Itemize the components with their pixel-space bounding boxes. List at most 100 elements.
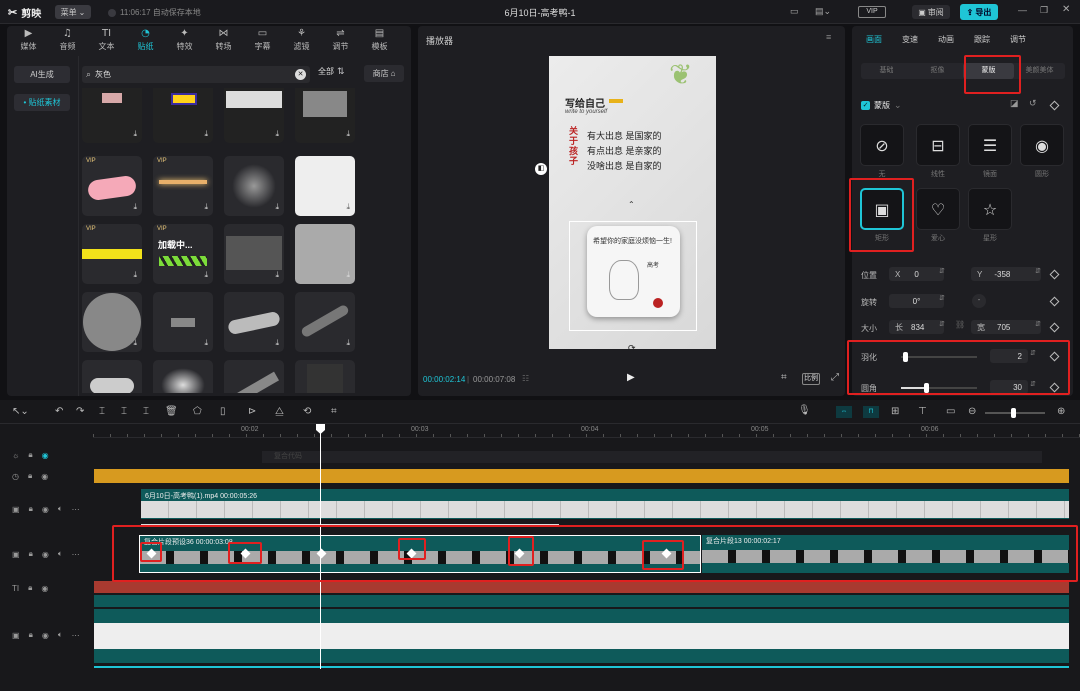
pin-icon[interactable]: ◧ — [535, 163, 547, 175]
inspector-tab-1[interactable]: 变速 — [892, 26, 928, 54]
waveform-icon[interactable]: ☷ — [522, 374, 529, 383]
rotate-handle-icon[interactable]: ⟳ — [628, 343, 636, 349]
close-icon[interactable]: ✕ — [1062, 4, 1070, 15]
lock-icon[interactable]: 🔒︎ — [28, 583, 32, 593]
timeline-ruler[interactable]: 00:02 00:03 00:04 00:05 00:06 — [93, 424, 1080, 438]
clock-icon[interactable]: ◷ — [12, 472, 19, 481]
maximize-icon[interactable]: ❐ — [1040, 5, 1048, 16]
mirror-icon[interactable]: ⧋ — [275, 406, 284, 417]
compound-placeholder-track[interactable]: 复合代码 — [262, 451, 1042, 463]
feather-slider-handle[interactable] — [902, 352, 908, 362]
fullscreen-preview-icon[interactable]: ⌗ — [781, 372, 787, 383]
position-keyframe-icon[interactable] — [1049, 269, 1060, 280]
radius-slider-handle[interactable] — [923, 383, 929, 393]
keyframe-icon[interactable] — [1049, 100, 1060, 111]
sticker-tile[interactable]: ⤓ — [295, 224, 355, 284]
volume-icon[interactable]: 🔈︎ — [58, 630, 63, 640]
selection-frame[interactable] — [569, 221, 697, 331]
x-field[interactable]: X0 — [889, 267, 944, 281]
inspector-tab-4[interactable]: 调节 — [1000, 26, 1036, 54]
eye-icon[interactable]: ◉ — [42, 505, 49, 514]
media-tab-effects[interactable]: ✦ 特效 — [165, 26, 204, 54]
radius-slider[interactable] — [901, 383, 977, 393]
undo-icon[interactable]: ↶ — [55, 406, 63, 417]
playhead[interactable] — [320, 426, 321, 669]
inspector-subtab-3[interactable]: 美颜美体 — [1014, 63, 1065, 79]
media-tab-adjust[interactable]: ⇌ 调节 — [321, 26, 360, 54]
compound-clip-2[interactable]: 复合片段13 00:00:02:17 — [702, 535, 1069, 573]
mask-option-heart-mask[interactable]: ♡ — [916, 188, 960, 230]
freeze-icon[interactable]: ▯ — [220, 406, 226, 417]
invert-mask-icon[interactable]: ◪ — [1010, 98, 1019, 109]
rotate-icon[interactable]: ⟲ — [303, 406, 311, 417]
sun-icon[interactable]: ☼ — [12, 451, 19, 460]
video-preview[interactable]: ❦ 写给自己 write to yourself 关于孩子 有大出息 是国家的 … — [549, 56, 716, 349]
media-tab-template[interactable]: ▤ 模板 — [360, 26, 399, 54]
sticker-tile[interactable]: ⤓ — [224, 360, 284, 393]
feather-field[interactable]: 2 — [990, 349, 1028, 363]
checkbox-icon[interactable]: ✓ — [861, 101, 870, 110]
sticker-tile[interactable]: ⤓ — [82, 360, 142, 393]
zoom-slider[interactable] — [985, 408, 1045, 418]
video-track-icon[interactable]: ▣ — [12, 550, 20, 559]
zoom-out-icon[interactable]: ⊖ — [968, 406, 976, 417]
zoom-slider-handle[interactable] — [1011, 408, 1016, 418]
sticker-tile[interactable]: ⤓ — [153, 88, 213, 143]
vip-badge[interactable]: VIP — [858, 6, 886, 18]
mask-toggle[interactable]: ✓ 蒙版 ⌄ — [861, 100, 902, 111]
height-field[interactable]: 宽 705 — [971, 320, 1041, 334]
media-tab-filter[interactable]: ⚘ 滤镜 — [282, 26, 321, 54]
sticker-tile[interactable]: VIP ⤓ — [153, 156, 213, 216]
sticker-tile[interactable] — [295, 360, 355, 393]
width-field[interactable]: 长 834 — [889, 320, 944, 334]
size-keyframe-icon[interactable] — [1049, 322, 1060, 333]
lock-icon[interactable]: 🔒︎ — [28, 450, 32, 460]
sticker-tile[interactable]: ⤓ — [153, 360, 213, 393]
preview-axis-icon[interactable]: ⊞ — [891, 406, 899, 417]
sticker-tile[interactable]: ⤓ — [295, 88, 355, 143]
magnet-icon[interactable]: ⊓ — [863, 406, 879, 418]
volume-icon[interactable]: 🔈︎ — [58, 549, 63, 559]
inspector-tab-3[interactable]: 跟踪 — [964, 26, 1000, 54]
rotate-dial-icon[interactable]: - — [972, 294, 986, 308]
more-icon[interactable]: ⋯ — [72, 550, 80, 559]
mask-option-circle-mask[interactable]: ◉ — [1020, 124, 1064, 166]
reset-icon[interactable]: ↺ — [1029, 98, 1037, 109]
more-icon[interactable]: ⋯ — [72, 505, 80, 514]
media-tab-sticker[interactable]: ◔ 贴纸 — [126, 26, 165, 54]
search-input[interactable]: 灰色 — [95, 69, 111, 80]
width-stepper-icon[interactable]: ⇵ — [939, 320, 945, 328]
reverse-icon[interactable]: ⊳ — [248, 406, 256, 417]
play-icon[interactable]: ▶ — [627, 372, 635, 383]
menu-button[interactable]: 菜单 ⌄ — [55, 5, 91, 19]
lock-icon[interactable]: 🔒︎ — [29, 504, 33, 514]
sticker-tile[interactable]: ⤓ — [295, 292, 355, 352]
main-video-clip[interactable]: 6月10日-高考鸭(1).mp4 00:00:05:26 — [141, 489, 1069, 519]
effect-clip[interactable] — [94, 595, 1069, 607]
feather-slider[interactable] — [901, 352, 977, 362]
y-stepper-icon[interactable]: ⇵ — [1035, 267, 1041, 275]
media-tab-transition[interactable]: ⋈ 转场 — [204, 26, 243, 54]
sticker-tile[interactable]: ⤓ — [224, 88, 284, 143]
sticker-tile[interactable]: ⤓ — [153, 292, 213, 352]
sticker-tile[interactable]: ⤓ — [82, 292, 142, 352]
sticker-tile[interactable]: VIP ⤓ — [82, 224, 142, 284]
sticker-tile[interactable]: ⤓ — [224, 224, 284, 284]
media-tab-subtitle[interactable]: ▭ 字幕 — [243, 26, 282, 54]
sticker-material-tab[interactable]: • 贴纸素材 — [14, 94, 70, 111]
sticker-search[interactable]: ⌕ 灰色 ✕ — [82, 66, 310, 83]
y-field[interactable]: Y -358 — [971, 267, 1041, 281]
sticker-tile[interactable]: ⤓ — [224, 156, 284, 216]
mask-option-rectangle-mask[interactable]: ▣ — [860, 188, 904, 230]
link-clips-icon[interactable]: ⇔ — [836, 406, 852, 418]
sticker-tile[interactable]: VIP ⤓ — [82, 156, 142, 216]
media-tab-text[interactable]: TI 文本 — [87, 26, 126, 54]
lock-icon[interactable]: 🔒︎ — [28, 471, 32, 481]
ai-generate-button[interactable]: AI生成 — [14, 66, 70, 83]
rotate-stepper-icon[interactable]: ⇵ — [939, 294, 945, 302]
delete-icon[interactable]: 🗑 — [165, 406, 178, 417]
link-icon[interactable]: ⛓ — [955, 320, 965, 329]
audio-clip[interactable] — [94, 469, 1069, 483]
crop-icon[interactable]: ⌗ — [331, 406, 337, 417]
eye-icon[interactable]: ◉ — [42, 550, 49, 559]
